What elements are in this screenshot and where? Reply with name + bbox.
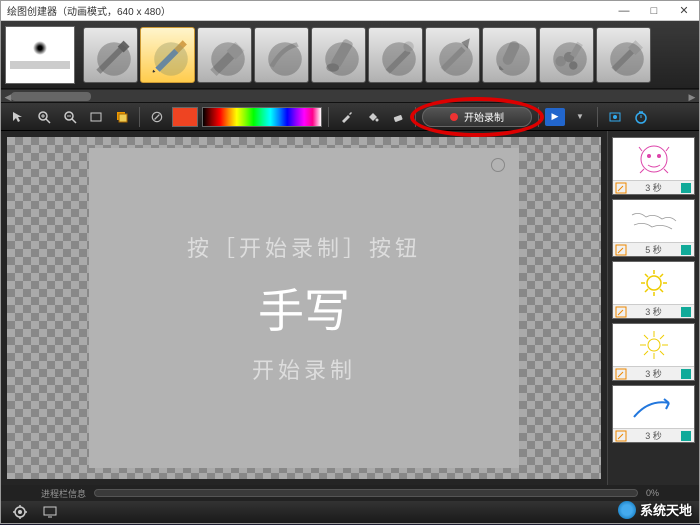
color-spectrum[interactable] bbox=[202, 107, 322, 127]
settings-icon[interactable] bbox=[604, 106, 626, 128]
canvas-container: 按［开始录制］按钮 手写 开始录制 bbox=[1, 131, 607, 485]
thumbnail-item[interactable]: 3 秒 bbox=[612, 261, 695, 319]
brush-tool-4[interactable] bbox=[311, 27, 366, 83]
brush-toolbar bbox=[1, 21, 699, 89]
main-area: 按［开始录制］按钮 手写 开始录制 3 秒 5 秒 3 秒 3 秒 3 秒 bbox=[1, 131, 699, 485]
thumbnail-item[interactable]: 3 秒 bbox=[612, 385, 695, 443]
brush-tool-1[interactable] bbox=[140, 27, 195, 83]
close-button[interactable]: ✕ bbox=[669, 1, 699, 20]
record-dot-icon bbox=[450, 113, 458, 121]
brush-dot-icon bbox=[33, 41, 47, 55]
play-dropdown-icon[interactable]: ▼ bbox=[569, 106, 591, 128]
watermark-text: 系统天地 bbox=[640, 500, 692, 519]
zoom-out-icon[interactable] bbox=[59, 106, 81, 128]
watermark-logo-icon bbox=[618, 501, 636, 519]
thumb-duration: 3 秒 bbox=[645, 181, 662, 194]
window-title: 绘图创建器（动画模式，640 x 480） bbox=[7, 3, 171, 18]
canvas-hint-2: 开始录制 bbox=[252, 353, 356, 385]
zoom-in-icon[interactable] bbox=[33, 106, 55, 128]
scroll-right-icon[interactable]: ▶ bbox=[687, 92, 697, 102]
progress-track bbox=[94, 489, 638, 497]
brush-mini-icon bbox=[615, 182, 627, 194]
timer-icon[interactable] bbox=[630, 106, 652, 128]
fit-screen-icon[interactable] bbox=[85, 106, 107, 128]
progress-bar-row: 进程栏信息 0% bbox=[1, 485, 699, 501]
teal-square-icon bbox=[680, 368, 692, 380]
brush-mini-icon bbox=[615, 430, 627, 442]
watermark: 系统天地 bbox=[618, 500, 692, 519]
color-swatch[interactable] bbox=[172, 107, 198, 127]
no-color-icon[interactable]: ⊘ bbox=[146, 106, 168, 128]
eraser-icon[interactable] bbox=[387, 106, 409, 128]
brush-tool-9[interactable] bbox=[596, 27, 651, 83]
brush-tool-8[interactable] bbox=[539, 27, 594, 83]
gear-icon[interactable] bbox=[9, 501, 31, 523]
brush-tool-6[interactable] bbox=[425, 27, 480, 83]
record-button[interactable]: 开始录制 bbox=[422, 107, 532, 127]
teal-square-icon bbox=[680, 182, 692, 194]
play-button[interactable]: ▶ bbox=[545, 108, 565, 126]
teal-square-icon bbox=[680, 244, 692, 256]
brush-size-slider[interactable] bbox=[10, 61, 70, 69]
thumbnail-item[interactable]: 3 秒 bbox=[612, 323, 695, 381]
thumbnail-panel: 3 秒 5 秒 3 秒 3 秒 3 秒 bbox=[607, 131, 699, 485]
thumbnail-item[interactable]: 5 秒 bbox=[612, 199, 695, 257]
teal-square-icon bbox=[680, 430, 692, 442]
brush-tool-3[interactable] bbox=[254, 27, 309, 83]
teal-square-icon bbox=[680, 306, 692, 318]
app-window: 绘图创建器（动画模式，640 x 480） — □ ✕ ◀ ▶ ⊘ bbox=[0, 0, 700, 524]
brush-scrollbar[interactable]: ◀ ▶ bbox=[1, 89, 699, 103]
brush-mini-icon bbox=[615, 244, 627, 256]
scrollbar-thumb[interactable] bbox=[11, 92, 91, 101]
brush-tool-5[interactable] bbox=[368, 27, 423, 83]
brush-tool-7[interactable] bbox=[482, 27, 537, 83]
cursor-tool-icon[interactable] bbox=[7, 106, 29, 128]
record-label: 开始录制 bbox=[464, 109, 504, 124]
brush-mini-icon bbox=[615, 306, 627, 318]
brush-preview bbox=[5, 26, 75, 84]
thumb-duration: 3 秒 bbox=[645, 429, 662, 442]
canvas-hint-1: 按［开始录制］按钮 bbox=[187, 231, 421, 263]
maximize-button[interactable]: □ bbox=[639, 1, 669, 20]
canvas-selection-icon bbox=[491, 158, 505, 172]
thumb-duration: 5 秒 bbox=[645, 243, 662, 256]
thumb-duration: 3 秒 bbox=[645, 305, 662, 318]
layers-icon[interactable] bbox=[111, 106, 133, 128]
thumb-duration: 3 秒 bbox=[645, 367, 662, 380]
bottom-toolbar bbox=[1, 501, 699, 523]
brush-mini-icon bbox=[615, 368, 627, 380]
bucket-icon[interactable] bbox=[361, 106, 383, 128]
monitor-icon[interactable] bbox=[39, 501, 61, 523]
canvas-big-text: 手写 bbox=[258, 275, 350, 341]
titlebar[interactable]: 绘图创建器（动画模式，640 x 480） — □ ✕ bbox=[1, 1, 699, 21]
thumbnail-item[interactable]: 3 秒 bbox=[612, 137, 695, 195]
options-toolbar: ⊘ 开始录制 ▶ ▼ bbox=[1, 103, 699, 131]
brush-tool-0[interactable] bbox=[83, 27, 138, 83]
checker-bg: 按［开始录制］按钮 手写 开始录制 bbox=[7, 137, 601, 479]
progress-percent: 0% bbox=[646, 488, 659, 498]
progress-label: 进程栏信息 bbox=[41, 487, 86, 500]
minimize-button[interactable]: — bbox=[609, 1, 639, 20]
eyedropper-icon[interactable] bbox=[335, 106, 357, 128]
brush-tool-2[interactable] bbox=[197, 27, 252, 83]
drawing-canvas[interactable]: 按［开始录制］按钮 手写 开始录制 bbox=[89, 148, 519, 468]
